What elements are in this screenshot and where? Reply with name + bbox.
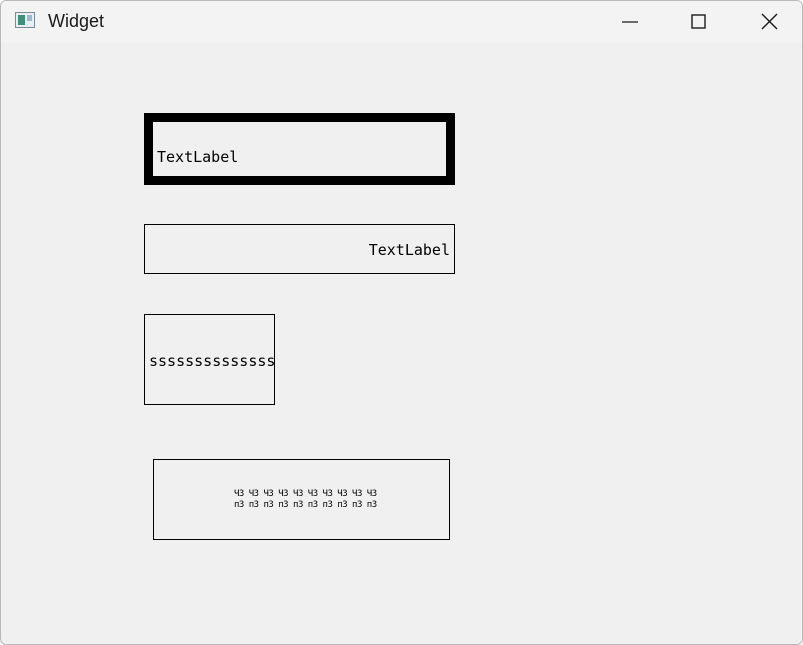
garbled-line-1: ЧЗ ЧЗ ЧЗ ЧЗ ЧЗ ЧЗ ЧЗ ЧЗ ЧЗ ЧЗ bbox=[234, 489, 377, 499]
text-label-1-text: TextLabel bbox=[157, 148, 239, 166]
minimize-button[interactable] bbox=[597, 1, 663, 43]
window-title: Widget bbox=[48, 11, 105, 31]
maximize-button[interactable] bbox=[665, 1, 731, 43]
close-button[interactable] bbox=[735, 1, 801, 43]
text-label-clipped: ssssssssssssss bbox=[144, 314, 275, 405]
text-label-3-text: ssssssssssssss bbox=[149, 352, 275, 370]
text-label-thick-border: TextLabel bbox=[144, 113, 455, 185]
title-bar[interactable]: Widget bbox=[1, 1, 802, 43]
text-label-garbled: ЧЗ ЧЗ ЧЗ ЧЗ ЧЗ ЧЗ ЧЗ ЧЗ ЧЗ ЧЗ пЗ пЗ пЗ п… bbox=[153, 459, 450, 540]
maximize-icon bbox=[691, 14, 706, 29]
text-label-2-text: TextLabel bbox=[368, 241, 450, 259]
close-icon bbox=[761, 13, 778, 30]
app-window-icon bbox=[15, 12, 35, 28]
garbled-line-2: пЗ пЗ пЗ пЗ пЗ пЗ пЗ пЗ пЗ пЗ bbox=[234, 500, 377, 510]
minimize-icon bbox=[622, 21, 638, 23]
widget-window: Widget TextLabel TextLabel sssssssssssss… bbox=[0, 0, 803, 645]
text-label-right-aligned: TextLabel bbox=[144, 224, 455, 274]
